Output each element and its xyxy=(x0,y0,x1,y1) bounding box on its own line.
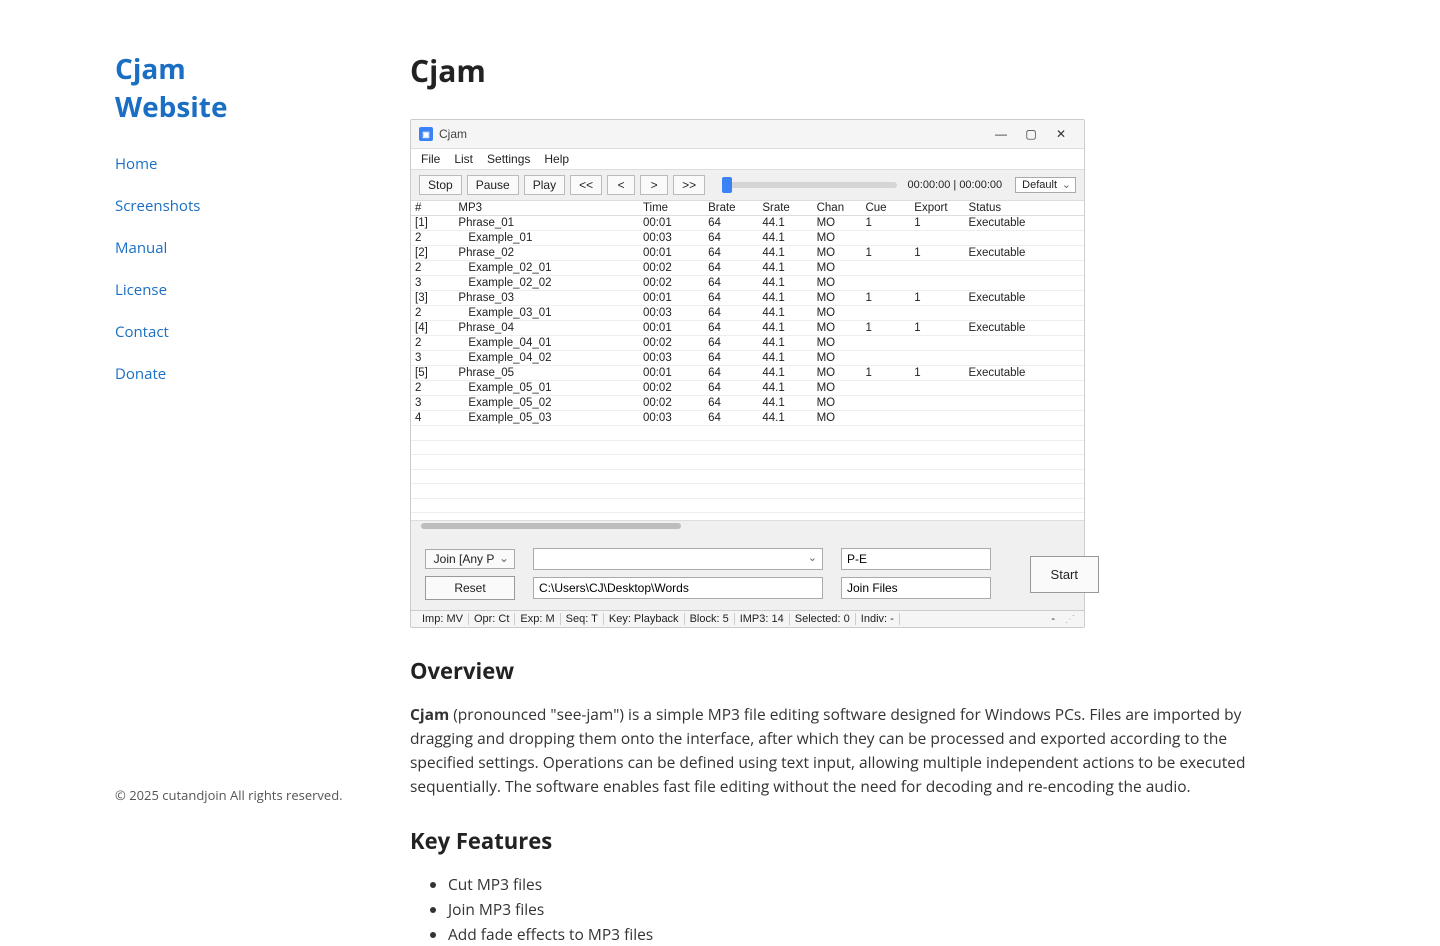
pause-button[interactable]: Pause xyxy=(467,175,519,195)
col-cue[interactable]: Cue xyxy=(861,201,910,216)
seek-thumb[interactable] xyxy=(722,177,732,193)
stop-button[interactable]: Stop xyxy=(419,175,462,195)
status-selected: Selected: 0 xyxy=(790,613,856,625)
table-row[interactable]: 2Example_0100:036444.1MO xyxy=(411,231,1084,246)
rewind-fast-button[interactable]: << xyxy=(570,175,602,195)
table-row[interactable] xyxy=(411,426,1084,441)
nav-home[interactable]: Home xyxy=(115,154,305,174)
copyright: © 2025 cutandjoin All rights reserved. xyxy=(115,786,343,804)
status-block: Block: 5 xyxy=(685,613,735,625)
table-row[interactable]: [4]Phrase_0400:016444.1MO11Executable xyxy=(411,321,1084,336)
site-title[interactable]: Cjam Website xyxy=(115,50,305,126)
table-row[interactable]: 4Example_05_0300:036444.1MO xyxy=(411,411,1084,426)
menu-help[interactable]: Help xyxy=(544,152,569,166)
nav-donate[interactable]: Donate xyxy=(115,364,305,384)
status-dash: - xyxy=(1046,613,1060,625)
time-display: 00:00:00 | 00:00:00 xyxy=(908,179,1003,191)
nav-contact[interactable]: Contact xyxy=(115,322,305,342)
col-export[interactable]: Export xyxy=(910,201,964,216)
preset-combo[interactable]: Default xyxy=(1015,177,1076,193)
table-row[interactable] xyxy=(411,484,1084,499)
col-index[interactable]: # xyxy=(411,201,454,216)
reset-button[interactable]: Reset xyxy=(425,576,515,600)
menu-settings[interactable]: Settings xyxy=(487,152,530,166)
table-row[interactable]: 2Example_03_0100:036444.1MO xyxy=(411,306,1084,321)
maximize-icon[interactable]: ▢ xyxy=(1016,127,1046,141)
col-chan[interactable]: Chan xyxy=(813,201,862,216)
path-input[interactable] xyxy=(533,577,823,599)
window-title: Cjam xyxy=(439,127,467,141)
overview-heading: Overview xyxy=(410,656,1290,686)
table-row[interactable]: [5]Phrase_0500:016444.1MO11Executable xyxy=(411,366,1084,381)
status-imp3: IMP3: 14 xyxy=(735,613,790,625)
join-mode-select[interactable]: Join [Any P xyxy=(425,549,515,569)
command-input[interactable] xyxy=(533,548,823,570)
scrollbar-thumb[interactable] xyxy=(421,523,681,529)
table-row[interactable] xyxy=(411,455,1084,470)
status-exp: Exp: M xyxy=(515,613,560,625)
minimize-icon[interactable]: — xyxy=(986,127,1016,141)
table-row[interactable] xyxy=(411,469,1084,484)
col-mp3[interactable]: MP3 xyxy=(454,201,639,216)
page-title: Cjam xyxy=(410,50,1290,91)
status-key: Key: Playback xyxy=(604,613,685,625)
joinfiles-input[interactable] xyxy=(841,577,991,599)
status-imp: Imp: MV xyxy=(417,613,469,625)
list-item: Cut MP3 files xyxy=(448,872,1290,897)
table-header-row: # MP3 Time Brate Srate Chan Cue Export S… xyxy=(411,201,1084,216)
app-window: ▣ Cjam — ▢ ✕ File List Settings Help Sto… xyxy=(410,119,1085,628)
titlebar: ▣ Cjam — ▢ ✕ xyxy=(411,120,1084,148)
table-row[interactable]: 3Example_04_0200:036444.1MO xyxy=(411,351,1084,366)
status-seq: Seq: T xyxy=(561,613,604,625)
toolbar: Stop Pause Play << < > >> 00:00:00 | 00:… xyxy=(411,170,1084,200)
col-status[interactable]: Status xyxy=(965,201,1084,216)
col-srate[interactable]: Srate xyxy=(758,201,812,216)
forward-fast-button[interactable]: >> xyxy=(673,175,705,195)
table-row[interactable] xyxy=(411,498,1084,513)
status-bar: Imp: MV Opr: Ct Exp: M Seq: T Key: Playb… xyxy=(411,610,1084,627)
seek-slider[interactable] xyxy=(724,182,896,188)
list-item: Join MP3 files xyxy=(448,897,1290,922)
horizontal-scrollbar[interactable] xyxy=(411,520,1084,530)
list-item: Add fade effects to MP3 files xyxy=(448,922,1290,946)
table-row[interactable]: 3Example_02_0200:026444.1MO xyxy=(411,276,1084,291)
close-icon[interactable]: ✕ xyxy=(1046,127,1076,141)
file-table[interactable]: # MP3 Time Brate Srate Chan Cue Export S… xyxy=(411,200,1084,520)
pe-input[interactable] xyxy=(841,548,991,570)
app-icon: ▣ xyxy=(419,127,433,141)
table-row[interactable] xyxy=(411,440,1084,455)
site-nav: Home Screenshots Manual License Contact … xyxy=(115,154,305,384)
menu-list[interactable]: List xyxy=(454,152,473,166)
nav-manual[interactable]: Manual xyxy=(115,238,305,258)
table-row[interactable]: 3Example_05_0200:026444.1MO xyxy=(411,396,1084,411)
table-row[interactable]: 2Example_05_0100:026444.1MO xyxy=(411,381,1084,396)
table-row[interactable]: 2Example_02_0100:026444.1MO xyxy=(411,261,1084,276)
features-heading: Key Features xyxy=(410,826,1290,856)
table-row[interactable]: [1]Phrase_0100:016444.1MO11Executable xyxy=(411,216,1084,231)
nav-screenshots[interactable]: Screenshots xyxy=(115,196,305,216)
table-row[interactable]: [3]Phrase_0300:016444.1MO11Executable xyxy=(411,291,1084,306)
nav-license[interactable]: License xyxy=(115,280,305,300)
table-row[interactable]: [2]Phrase_0200:016444.1MO11Executable xyxy=(411,246,1084,261)
menubar: File List Settings Help xyxy=(411,148,1084,170)
bottom-panel: Join [Any P Start Reset xyxy=(411,530,1084,610)
table-row[interactable]: 2Example_04_0100:026444.1MO xyxy=(411,336,1084,351)
col-time[interactable]: Time xyxy=(639,201,704,216)
status-opr: Opr: Ct xyxy=(469,613,515,625)
forward-button[interactable]: > xyxy=(640,175,668,195)
resize-grip-icon[interactable]: ⋰ xyxy=(1060,614,1078,625)
rewind-button[interactable]: < xyxy=(607,175,635,195)
status-indiv: Indiv: - xyxy=(856,613,900,625)
play-button[interactable]: Play xyxy=(524,175,565,195)
start-button[interactable]: Start xyxy=(1030,556,1099,593)
col-brate[interactable]: Brate xyxy=(704,201,758,216)
menu-file[interactable]: File xyxy=(421,152,440,166)
features-list: Cut MP3 files Join MP3 files Add fade ef… xyxy=(410,872,1290,946)
overview-text: Cjam (pronounced "see-jam") is a simple … xyxy=(410,702,1290,798)
